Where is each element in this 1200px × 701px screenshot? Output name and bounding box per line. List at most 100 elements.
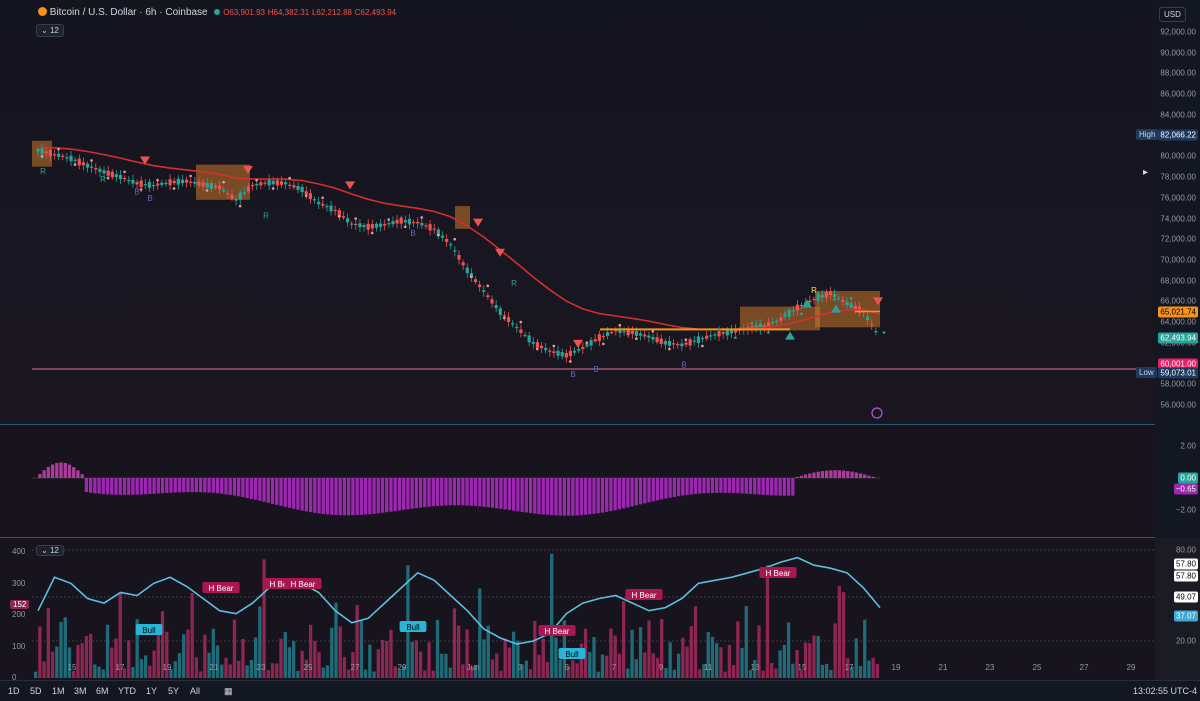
volume-bar — [50, 651, 55, 678]
candle-body — [552, 351, 556, 354]
candle-body — [184, 179, 189, 183]
r-signal-label: R — [100, 175, 106, 184]
clock[interactable]: 13:02:55 UTC-4 — [1133, 686, 1197, 696]
vol-pane-toggle[interactable]: ⌄ 12 — [36, 545, 64, 556]
volume-bar — [97, 666, 101, 678]
timeframe-button-3m[interactable]: 3M — [74, 686, 87, 696]
volume-bar — [139, 659, 144, 678]
candle-body — [288, 184, 292, 186]
ohlc-low: L62,212.88 — [311, 8, 352, 17]
oscillator-bar — [731, 478, 736, 494]
symbol-legend[interactable]: Bitcoin / U.S. Dollar · 6h · Coinbase O6… — [38, 7, 396, 18]
rsi-axis[interactable]: 80.00 20.00 57.80 57.80 49.07 37.07 — [1155, 538, 1200, 680]
volume-bar — [237, 660, 241, 678]
candle-body — [700, 337, 705, 340]
price-axis-label: 86,000.00 — [1160, 89, 1196, 99]
oscillator-bar — [550, 478, 554, 516]
ohlc-high: H64,382.31 — [267, 8, 310, 17]
volume-rsi-pane[interactable]: H Bear H Bear H Bear H Bear H Bear H Bear Bull… — [0, 538, 1155, 680]
main-chart-pane[interactable]: RRRRRBBBBBB — [0, 0, 1155, 424]
volume-bar — [490, 659, 495, 678]
candle-body — [696, 336, 700, 344]
candle-body — [498, 308, 502, 316]
oscillator-bar — [596, 478, 600, 514]
candle-body — [593, 339, 597, 342]
volume-rsi-svg: H Bear H BearH BearH BearH BearH BearBull… — [32, 549, 1155, 678]
oscillator-bar — [444, 478, 448, 506]
timeframe-button-ytd[interactable]: YTD — [118, 686, 136, 696]
oscillator-bar — [516, 478, 520, 512]
oscillator-bar — [605, 478, 609, 512]
oscillator-bar — [600, 478, 605, 513]
candle-body — [333, 209, 337, 212]
time-axis-label: 21 — [938, 663, 948, 672]
replay-icon[interactable] — [871, 407, 883, 419]
candle-body — [176, 178, 180, 185]
volume-bar — [854, 638, 858, 678]
time-axis-label: 27 — [1079, 663, 1089, 672]
oscillator-bar — [220, 478, 224, 494]
timeframe-button-6m[interactable]: 6M — [96, 686, 109, 696]
volume-bar — [385, 641, 389, 678]
timeframe-button-5d[interactable]: 5D — [30, 686, 42, 696]
timeframe-button-1m[interactable]: 1M — [52, 686, 65, 696]
oscillator-pane[interactable] — [0, 425, 1155, 537]
oscillator-bar — [266, 478, 270, 503]
candle-body — [259, 182, 263, 186]
timeframe-button-5y[interactable]: 5Y — [168, 686, 179, 696]
indicators-toggle-button[interactable]: ⌄ 12 — [36, 24, 64, 37]
b-signal-label: B — [410, 229, 415, 238]
candle-body — [354, 223, 358, 226]
osc-green-tag: 0.00 — [1178, 472, 1198, 484]
oscillator-bar — [110, 478, 114, 495]
calendar-icon[interactable]: ▦ — [224, 686, 233, 697]
volume-bar — [554, 637, 558, 678]
candle-body — [651, 336, 655, 340]
candle-body — [172, 180, 176, 184]
candle-body — [139, 180, 143, 188]
volume-bar — [190, 593, 194, 678]
volume-bar — [270, 663, 275, 678]
candle-body — [222, 189, 226, 192]
volume-bar — [80, 643, 84, 678]
oscillator-bar — [693, 478, 698, 494]
volume-bar — [224, 657, 228, 678]
candle-body — [189, 181, 193, 183]
candle-body — [255, 183, 259, 186]
price-axis[interactable]: USD 92,000.00 90,000.00 88,000.00 86,000.00… — [1155, 0, 1200, 424]
volume-bar — [76, 644, 80, 678]
oscillator-bar — [791, 478, 795, 496]
candle-body — [539, 345, 544, 349]
oscillator-bar — [672, 478, 677, 497]
volume-bar — [507, 647, 512, 678]
volume-bar — [511, 631, 516, 678]
oscillator-bar — [76, 470, 80, 478]
oscillator-bar — [803, 474, 808, 478]
candle-body — [403, 220, 407, 223]
signal-dot — [535, 347, 539, 351]
rsi-value-tag: 57.80 — [1173, 570, 1198, 582]
volume-bar — [829, 670, 833, 678]
osc-axis[interactable]: 2.00 −2.00 0.00 −0.65 — [1155, 425, 1200, 537]
price-chart-svg[interactable]: RRRRRBBBBB B — [0, 0, 1155, 424]
currency-selector[interactable]: USD — [1159, 7, 1186, 22]
scroll-to-realtime-icon[interactable]: ▸ — [1143, 167, 1148, 178]
volume-axis-label: 0 — [12, 673, 17, 682]
timeframe-button-all[interactable]: All — [190, 686, 200, 696]
timeframe-button-1d[interactable]: 1D — [8, 686, 20, 696]
candle-body — [672, 343, 676, 345]
signal-dot — [519, 320, 523, 324]
volume-bar — [262, 559, 266, 678]
bitcoin-icon — [38, 7, 47, 16]
volume-bar — [42, 661, 46, 678]
candle-body — [345, 218, 350, 223]
oscillator-bar — [317, 478, 321, 514]
volume-bar — [440, 653, 444, 678]
candle-body — [123, 177, 127, 180]
oscillator-bar — [499, 478, 503, 509]
oscillator-bar — [131, 478, 135, 495]
price-axis-label: 58,000.00 — [1160, 379, 1196, 389]
timeframe-button-1y[interactable]: 1Y — [146, 686, 157, 696]
oscillator-bar — [363, 478, 368, 515]
price-axis-label: 64,000.00 — [1160, 317, 1196, 327]
